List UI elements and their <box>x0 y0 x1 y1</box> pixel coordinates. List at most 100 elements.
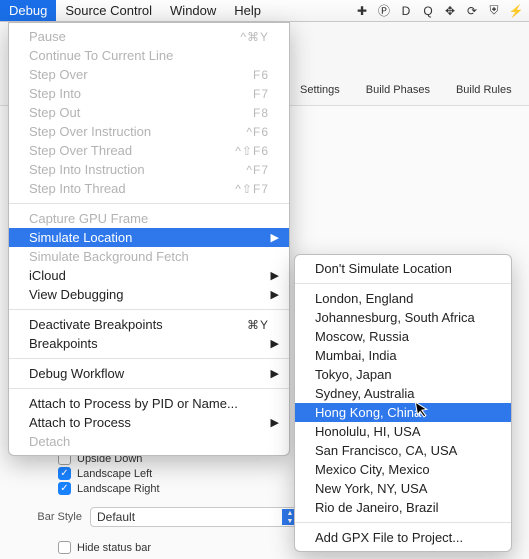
bolt-icon[interactable]: ⚡ <box>509 4 523 18</box>
checkbox-landscape-left[interactable]: ✓ <box>58 467 71 480</box>
menu-item[interactable]: View Debugging ▶ <box>9 285 289 304</box>
menu-separator <box>9 358 289 359</box>
dropbox-icon[interactable]: ✥ <box>443 4 457 18</box>
menu-item: Step OutF8 <box>9 103 289 122</box>
menu-item-label: Sydney, Australia <box>315 386 414 401</box>
sync-icon[interactable]: ⟳ <box>465 4 479 18</box>
menu-item-label: Step Over Thread <box>29 143 132 158</box>
menu-item-label: Step Into <box>29 86 81 101</box>
bar-style-value: Default <box>97 510 135 524</box>
plus-icon[interactable]: ✚ <box>355 4 369 18</box>
menu-item-label: Step Over <box>29 67 88 82</box>
menu-item[interactable]: Deactivate Breakpoints ⌘Y <box>9 315 289 334</box>
menu-shortcut: F6 <box>253 68 269 82</box>
menu-item-label: Debug Workflow <box>29 366 124 381</box>
checkbox-hide-status[interactable] <box>58 541 71 554</box>
menu-item-label: Attach to Process by PID or Name... <box>29 396 238 411</box>
orientation-label: Landscape Right <box>77 483 160 495</box>
menu-item: Detach <box>9 432 289 451</box>
menu-item: Step Over F6 <box>9 65 289 84</box>
menu-item-label: Step Into Instruction <box>29 162 145 177</box>
tab-build-rules[interactable]: Build Rules <box>456 84 512 96</box>
menu-item: Step Over Thread ^⇧F6 <box>9 141 289 160</box>
bar-style-label: Bar Style <box>34 511 82 523</box>
menu-help[interactable]: Help <box>225 0 270 21</box>
menu-shortcut: ⌘Y <box>247 318 269 332</box>
menu-item: Step Over Instruction ^F6 <box>9 122 289 141</box>
menu-item[interactable]: Mexico City, Mexico <box>295 460 511 479</box>
menu-shortcut: F7 <box>253 87 269 101</box>
menu-item[interactable]: San Francisco, CA, USA <box>295 441 511 460</box>
menu-item-label: Simulate Location <box>29 230 132 245</box>
menu-item-label: Honolulu, HI, USA <box>315 424 421 439</box>
menu-item-label: Tokyo, Japan <box>315 367 392 382</box>
menu-item[interactable]: New York, NY, USA <box>295 479 511 498</box>
menu-item-label: iCloud <box>29 268 66 283</box>
menu-shortcut: ^F6 <box>246 125 269 139</box>
menu-source-control[interactable]: Source Control <box>56 0 161 21</box>
menu-item-label: View Debugging <box>29 287 123 302</box>
orientation-label: Landscape Left <box>77 468 152 480</box>
menu-item-label: Breakpoints <box>29 336 98 351</box>
q-square-icon[interactable]: Q <box>421 4 435 18</box>
menu-item-label: New York, NY, USA <box>315 481 427 496</box>
menu-item[interactable]: Tokyo, Japan <box>295 365 511 384</box>
menu-item[interactable]: Don't Simulate Location <box>295 259 511 278</box>
menu-shortcut: ^⇧F7 <box>235 182 269 196</box>
bar-style-select[interactable]: Default ▲▼ <box>90 507 300 527</box>
menu-item[interactable]: Hong Kong, China <box>295 403 511 422</box>
menu-item-label: Pause <box>29 29 66 44</box>
menu-item[interactable]: iCloud ▶ <box>9 266 289 285</box>
menu-item-label: Hong Kong, China <box>315 405 421 420</box>
menu-shortcut: ^⌘Y <box>240 30 269 44</box>
menu-item[interactable]: Moscow, Russia <box>295 327 511 346</box>
menu-item: Step Into F7 <box>9 84 289 103</box>
checkbox-landscape-right[interactable]: ✓ <box>58 482 71 495</box>
submenu-arrow-icon: ▶ <box>271 288 279 301</box>
menu-item: Capture GPU Frame <box>9 209 289 228</box>
tab-settings[interactable]: Settings <box>300 84 340 96</box>
menu-item[interactable]: Simulate Location ▶ <box>9 228 289 247</box>
menu-item-label: Step Into Thread <box>29 181 126 196</box>
status-icons: ✚ Ⓟ D Q ✥ ⟳ ⛨ ⚡ <box>355 0 529 21</box>
menu-item[interactable]: Add GPX File to Project... <box>295 528 511 547</box>
menu-separator <box>295 522 511 523</box>
menu-item[interactable]: Attach to Process by PID or Name... <box>9 394 289 413</box>
menu-item[interactable]: Rio de Janeiro, Brazil <box>295 498 511 517</box>
shield-icon[interactable]: ⛨ <box>487 4 501 18</box>
submenu-arrow-icon: ▶ <box>271 416 279 429</box>
menu-separator <box>295 283 511 284</box>
menu-item[interactable]: Honolulu, HI, USA <box>295 422 511 441</box>
menu-item-label: Deactivate Breakpoints <box>29 317 163 332</box>
menu-item-label: Attach to Process <box>29 415 131 430</box>
menu-shortcut: ^⇧F6 <box>235 144 269 158</box>
menu-debug[interactable]: Debug <box>0 0 56 21</box>
menu-item-label: Continue To Current Line <box>29 48 173 63</box>
menu-item-label: Simulate Background Fetch <box>29 249 189 264</box>
menu-item-label: Mexico City, Mexico <box>315 462 430 477</box>
menu-item[interactable]: Debug Workflow ▶ <box>9 364 289 383</box>
menu-item[interactable]: Mumbai, India <box>295 346 511 365</box>
menu-shortcut: F8 <box>253 106 269 120</box>
submenu-arrow-icon: ▶ <box>271 367 279 380</box>
submenu-arrow-icon: ▶ <box>271 231 279 244</box>
menu-item-label: Moscow, Russia <box>315 329 409 344</box>
d-square-icon[interactable]: D <box>399 4 413 18</box>
tab-build-phases[interactable]: Build Phases <box>366 84 430 96</box>
menu-item[interactable]: Sydney, Australia <box>295 384 511 403</box>
menu-item[interactable]: Breakpoints▶ <box>9 334 289 353</box>
menu-item: Continue To Current Line <box>9 46 289 65</box>
menu-item-label: Capture GPU Frame <box>29 211 148 226</box>
menu-item-label: London, England <box>315 291 413 306</box>
menu-item-label: Don't Simulate Location <box>315 261 452 276</box>
menu-item[interactable]: Johannesburg, South Africa <box>295 308 511 327</box>
menu-item: Pause ^⌘Y <box>9 27 289 46</box>
submenu-arrow-icon: ▶ <box>271 269 279 282</box>
menu-window[interactable]: Window <box>161 0 225 21</box>
menu-item-label: Step Over Instruction <box>29 124 151 139</box>
menu-item[interactable]: Attach to Process ▶ <box>9 413 289 432</box>
p-circle-icon[interactable]: Ⓟ <box>377 4 391 18</box>
menu-item-label: San Francisco, CA, USA <box>315 443 457 458</box>
menu-item[interactable]: London, England <box>295 289 511 308</box>
menu-separator <box>9 388 289 389</box>
